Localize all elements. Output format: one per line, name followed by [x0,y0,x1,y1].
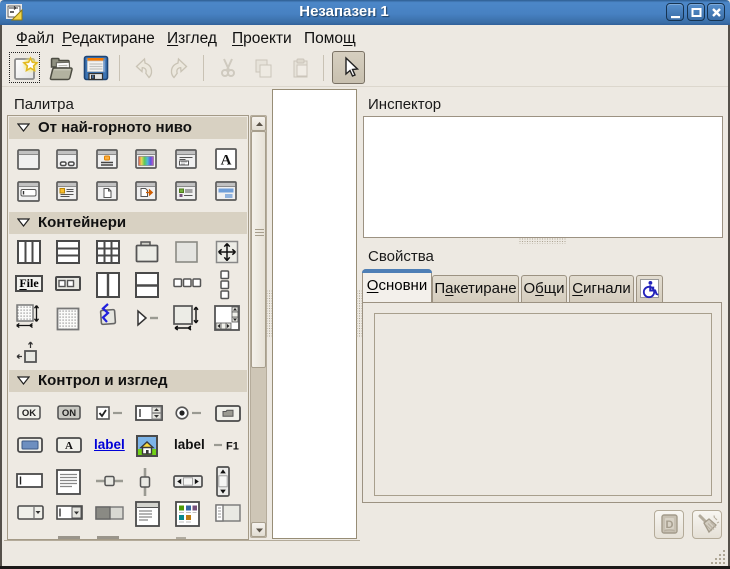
svg-text:A: A [221,153,232,169]
svg-text:A: A [65,440,73,452]
svg-text:ON: ON [62,408,76,419]
svg-text:F1: F1 [226,441,239,453]
svg-text:D: D [666,519,674,531]
svg-text:OK: OK [22,408,36,419]
